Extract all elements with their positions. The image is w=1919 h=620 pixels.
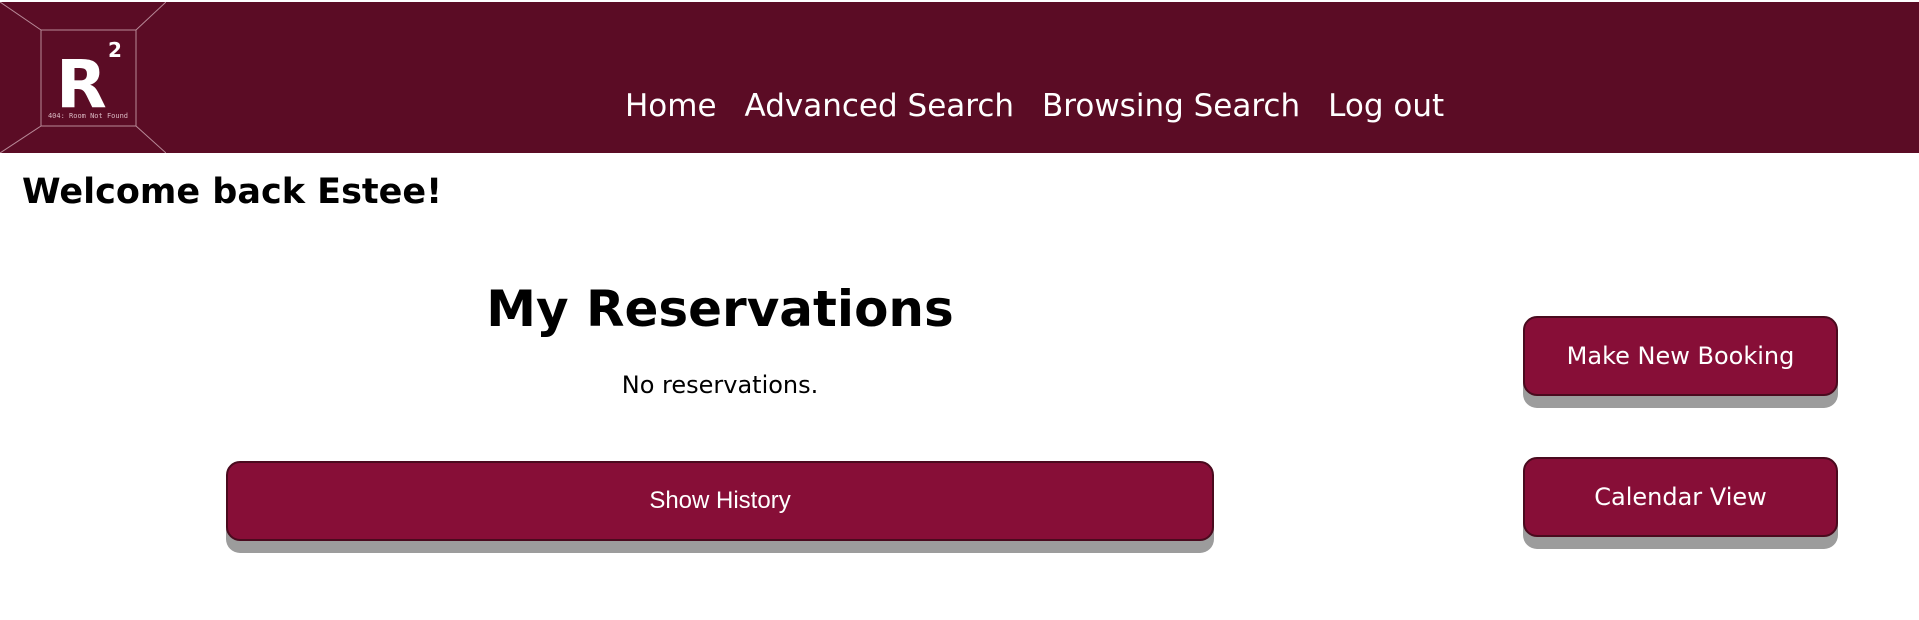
reservations-title: My Reservations — [486, 280, 954, 338]
calendar-view-button[interactable]: Calendar View — [1523, 457, 1838, 537]
logo[interactable]: R 2 404: Room Not Found — [0, 2, 166, 153]
logo-superscript: 2 — [108, 38, 122, 62]
nav-advanced-search[interactable]: Advanced Search — [745, 88, 1014, 124]
nav-home[interactable]: Home — [625, 88, 717, 124]
main-nav: Home Advanced Search Browsing Search Log… — [625, 86, 1472, 126]
logo-tagline: 404: Room Not Found — [48, 112, 128, 120]
show-history-button[interactable]: Show History — [226, 461, 1214, 541]
reservations-empty-message: No reservations. — [621, 371, 819, 399]
top-navigation-bar: R 2 404: Room Not Found Home Advanced Se… — [0, 2, 1919, 153]
nav-browsing-search[interactable]: Browsing Search — [1042, 88, 1300, 124]
welcome-message: Welcome back Estee! — [22, 172, 443, 212]
make-new-booking-button[interactable]: Make New Booking — [1523, 316, 1838, 396]
nav-log-out[interactable]: Log out — [1328, 88, 1444, 124]
